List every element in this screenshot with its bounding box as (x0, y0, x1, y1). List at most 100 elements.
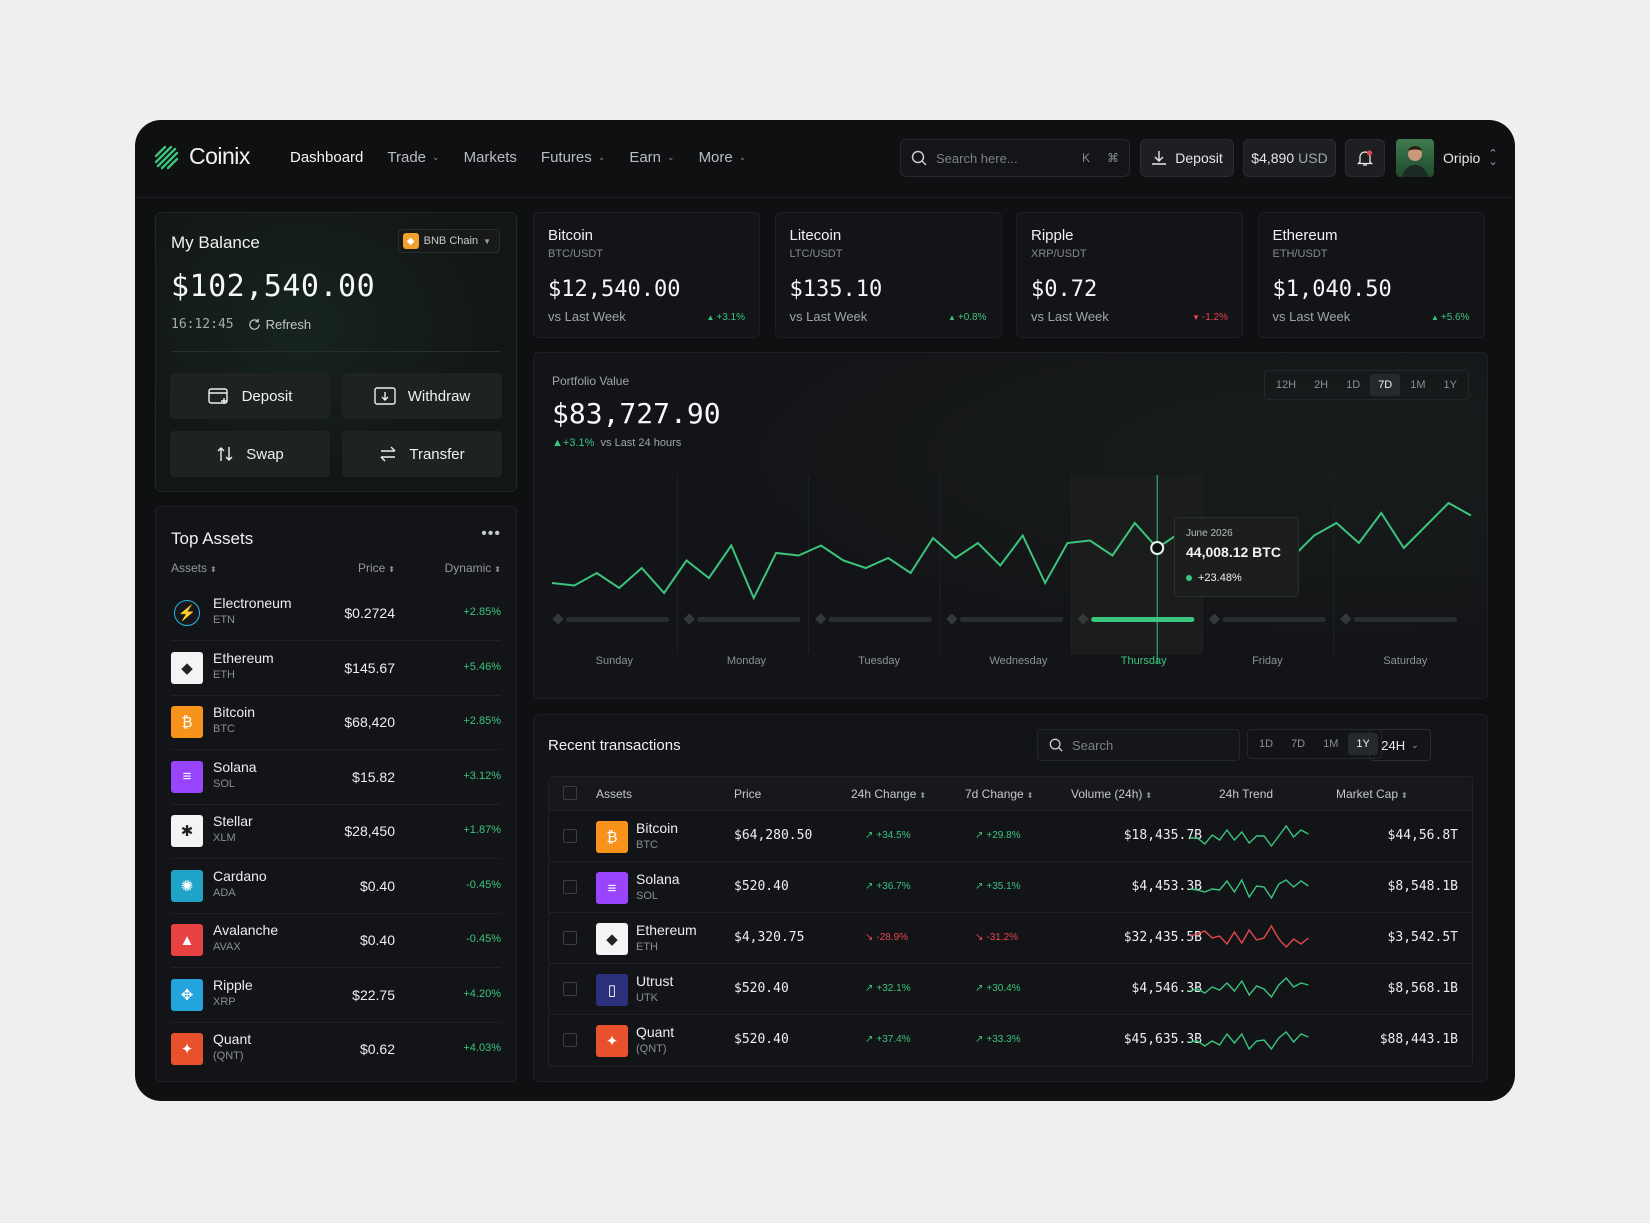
col-volume[interactable]: Volume (24h) ⬍ (1071, 787, 1152, 801)
asset-row[interactable]: ≡ Solana SOL $15.82 +3.12% (171, 749, 501, 805)
nav-earn[interactable]: Earn ⌄ (629, 149, 674, 166)
timeframe-7d[interactable]: 7D (1283, 733, 1313, 755)
notifications-button[interactable] (1345, 139, 1385, 177)
sort-price[interactable]: Price ⬍ (358, 561, 395, 575)
balance-panel: My Balance ◆ BNB Chain ▼ $102,540.00 16:… (155, 212, 517, 492)
coinix-logo-icon (154, 145, 179, 169)
ticker-comparison: vs Last Week (789, 309, 868, 324)
header-label: 24h Change (851, 787, 917, 801)
ticker-pair: ETH/USDT (1272, 248, 1328, 260)
ticker-name: Litecoin (789, 227, 842, 244)
logo[interactable]: Coinix (153, 143, 250, 170)
nav-markets[interactable]: Markets (464, 149, 517, 166)
row-checkbox[interactable] (563, 931, 577, 945)
asset-row[interactable]: ✺ Cardano ADA $0.40 -0.45% (171, 858, 501, 914)
sort-dynamic[interactable]: Dynamic ⬍ (445, 561, 501, 575)
interval-select[interactable]: 24H ⌄ (1369, 729, 1431, 761)
chart-cursor-point[interactable] (1150, 541, 1165, 555)
utk-coin-icon: ▯ (596, 974, 628, 1006)
table-row[interactable]: ◆ Ethereum ETH $4,320.75 ↘ -28.9% ↘ -31.2% $32,4… (549, 913, 1472, 964)
table-row[interactable]: ▯ Utrust UTK $520.40 ↗ +32.1% ↗ +30.4% $4,546.3B… (549, 964, 1472, 1015)
ticker-card-ripple[interactable]: Ripple XRP/USDT $0.72 vs Last Week ▼ -1.2% (1016, 212, 1243, 338)
deposit-button[interactable]: Deposit (170, 373, 330, 419)
table-row[interactable]: ₿ Bitcoin BTC $64,280.50 ↗ +34.5% ↗ +29.8% $18,4… (549, 811, 1472, 862)
refresh-icon (248, 318, 260, 330)
select-all-checkbox[interactable] (563, 786, 577, 800)
down-arrow-icon: ▼ (1191, 313, 1200, 322)
header-deposit-button[interactable]: Deposit (1140, 139, 1234, 177)
timeframe-1d[interactable]: 1D (1251, 733, 1281, 755)
chart-tooltip: June 2026 44,008.12 BTC +23.48% (1174, 517, 1299, 597)
nav-dashboard[interactable]: Dashboard (290, 149, 363, 166)
table-row[interactable]: ✦ Quant (QNT) $520.40 ↗ +37.4% ↗ +33.3% $45,635.… (549, 1015, 1472, 1066)
change-7d: ↘ -31.2% (975, 932, 1018, 943)
nav-label: Futures (540, 149, 592, 166)
row-checkbox[interactable] (563, 880, 577, 894)
nav-trade[interactable]: Trade ⌄ (387, 149, 439, 166)
ticker-name: Ripple (1031, 227, 1074, 244)
asset-row[interactable]: ▲ Avalanche AVAX $0.40 -0.45% (171, 912, 501, 968)
asset-name: Utrust (636, 973, 674, 989)
x-tick-label: Tuesday (858, 655, 900, 667)
nav-futures[interactable]: Futures ⌄ (541, 149, 605, 166)
chain-selector[interactable]: ◆ BNB Chain ▼ (397, 229, 500, 253)
table-row[interactable]: ≡ Solana SOL $520.40 ↗ +36.7% ↗ +35.1% $4,453.3B… (549, 862, 1472, 913)
change-24h: ↘ -28.9% (865, 932, 908, 943)
shortcut-k: K (1081, 151, 1090, 165)
asset-price: $15.82 (352, 768, 395, 785)
deposit-label: Deposit (241, 387, 293, 405)
asset-row[interactable]: ✥ Ripple XRP $22.75 +4.20% (171, 967, 501, 1023)
transactions-search[interactable]: Search (1037, 729, 1240, 761)
asset-row[interactable]: ✱ Stellar XLM $28,450 +1.87% (171, 803, 501, 859)
account-balance-button[interactable]: $4,890 USD (1243, 139, 1336, 177)
ticker-card-litecoin[interactable]: Litecoin LTC/USDT $135.10 vs Last Week ▲ +0.8… (774, 212, 1002, 338)
asset-change: +1.87% (463, 824, 501, 836)
app-window: Coinix Dashboard Trade ⌄ Markets Futures ⌄… (135, 120, 1515, 1101)
ticker-change-value: +0.8% (957, 312, 987, 323)
transfer-button[interactable]: Transfer (342, 431, 502, 477)
more-options-icon[interactable]: ••• (481, 525, 501, 543)
nav-more[interactable]: More ⌄ (699, 149, 747, 166)
global-search[interactable]: Search here... K ⌘ (900, 139, 1130, 177)
row-checkbox[interactable] (563, 982, 577, 996)
asset-change: +4.20% (463, 987, 501, 1000)
refresh-button[interactable]: Refresh (248, 317, 311, 332)
asset-symbol: ETH (636, 941, 658, 953)
ticker-card-bitcoin[interactable]: Bitcoin BTC/USDT $12,540.00 vs Last Week ▲ +3… (533, 212, 760, 338)
col-market-cap[interactable]: Market Cap ⬍ (1336, 787, 1408, 801)
transactions-title: Recent transactions (548, 737, 681, 754)
withdraw-button[interactable]: Withdraw (342, 373, 502, 419)
portfolio-line (551, 501, 1472, 601)
transactions-search-input[interactable]: Search (1072, 738, 1113, 753)
change-24h-value: -28.9% (876, 932, 909, 943)
swap-button[interactable]: Swap (170, 431, 330, 477)
withdraw-icon (374, 387, 396, 405)
search-input[interactable]: Search here... (936, 151, 1065, 166)
asset-row[interactable]: ₿ Bitcoin BTC $68,420 +2.85% (171, 694, 501, 750)
portfolio-panel: Portfolio Value $83,727.90 ▲+3.1% vs Las… (533, 352, 1488, 699)
asset-row[interactable]: ✦ Quant (QNT) $0.62 +4.03% (171, 1021, 501, 1077)
row-checkbox[interactable] (563, 829, 577, 843)
chevron-down-icon: ⌄ (1411, 739, 1419, 750)
asset-row[interactable]: ◆ Ethereum ETH $145.67 +5.46% (171, 640, 501, 696)
asset-symbol: (QNT) (213, 1050, 244, 1062)
timeframe-1m[interactable]: 1M (1315, 733, 1346, 755)
ticker-card-ethereum[interactable]: Ethereum ETH/USDT $1,040.50 vs Last Week ▲ +5… (1257, 212, 1485, 338)
asset-symbol: ETN (213, 614, 235, 626)
col-24h-change[interactable]: 24h Change ⬍ (851, 787, 926, 801)
change-7d-value: +35.1% (986, 881, 1021, 892)
change-24h: ↗ +37.4% (865, 1034, 911, 1045)
asset-row[interactable]: ⚡ Electroneum ETN $0.2724 +2.85% (171, 585, 501, 641)
row-checkbox[interactable] (563, 1033, 577, 1047)
user-menu[interactable]: Oripio ⌃ ⌄ (1443, 149, 1498, 168)
avatar[interactable] (1396, 139, 1434, 177)
col-7d-change[interactable]: 7d Change ⬍ (965, 787, 1033, 801)
top-bar: Coinix Dashboard Trade ⌄ Markets Futures ⌄… (135, 120, 1515, 198)
sort-assets[interactable]: Assets ⬍ (171, 561, 217, 575)
ticker-price: $135.10 (789, 277, 883, 302)
trend-cell (1190, 818, 1310, 857)
asset-symbol: XRP (213, 995, 236, 1008)
transfer-icon (380, 446, 396, 462)
asset-symbol: UTK (636, 992, 658, 1004)
market-cap: $44,56.8T (1387, 828, 1458, 843)
